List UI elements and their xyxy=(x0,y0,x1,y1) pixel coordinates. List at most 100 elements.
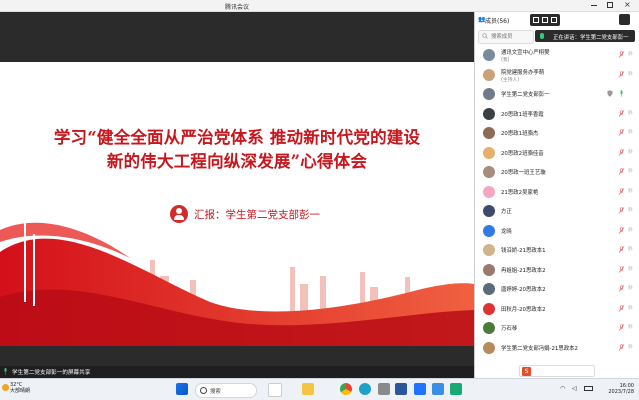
participants-title: 成员(56) xyxy=(485,18,510,25)
avatar xyxy=(483,302,495,315)
mute-action[interactable]: 静 xyxy=(628,285,633,291)
mute-action[interactable]: 静 xyxy=(628,324,633,330)
participant-row[interactable]: 院党建服务办李萌 (主持人) 静 xyxy=(475,66,639,84)
volume-icon[interactable]: ◁ xyxy=(572,385,577,392)
mic-muted-icon[interactable] xyxy=(618,226,625,234)
participant-row[interactable]: 方正 静 xyxy=(475,202,639,220)
mic-muted-icon[interactable] xyxy=(618,187,625,195)
mute-action[interactable]: 静 xyxy=(628,51,633,57)
participant-name: 学生第二党支部彭一 xyxy=(501,92,550,98)
view-toolbar[interactable] xyxy=(530,14,560,26)
mute-action[interactable]: 静 xyxy=(628,227,633,233)
participant-row[interactable]: 钱沿娇-21思政本1 静 xyxy=(475,241,639,259)
app-icon[interactable] xyxy=(450,383,462,395)
mic-muted-icon[interactable] xyxy=(618,109,625,117)
mic-muted-icon[interactable] xyxy=(618,70,625,78)
mic-muted-icon[interactable] xyxy=(618,148,625,156)
participant-name: 田秋月-20思政本2 xyxy=(501,306,546,313)
avatar xyxy=(483,224,495,237)
mic-muted-icon[interactable] xyxy=(618,285,625,292)
mic-icon xyxy=(4,368,7,375)
file-explorer-icon[interactable] xyxy=(302,383,314,395)
maximize-icon[interactable] xyxy=(607,2,613,8)
participants-panel: 👥 成员(56) 正在讲话：学生第二党支部彭一 通讯文宣中心严栩樊(我)静院党建… xyxy=(474,12,639,378)
participant-row[interactable]: 20思政1班李香霞 静 xyxy=(475,105,639,123)
title-bar: 腾讯会议 × xyxy=(0,0,639,12)
mic-muted-icon[interactable] xyxy=(618,304,625,312)
mic-muted-icon[interactable] xyxy=(618,51,625,58)
minimize-icon[interactable] xyxy=(591,5,597,6)
participant-row[interactable]: 21思政2吴家艳 静 xyxy=(475,183,639,201)
mute-action[interactable]: 静 xyxy=(628,168,633,174)
menu-icon[interactable] xyxy=(619,14,630,25)
word-icon[interactable] xyxy=(395,383,407,395)
mute-action[interactable]: 静 xyxy=(628,266,633,272)
mute-action[interactable]: 静 xyxy=(628,110,633,116)
mute-action[interactable]: 静 xyxy=(628,246,633,252)
task-view-icon[interactable] xyxy=(268,383,282,397)
edge-icon[interactable] xyxy=(359,383,371,395)
participant-name: 通讯文宣中心严栩樊 xyxy=(501,50,550,56)
weather-sun-icon xyxy=(2,384,9,391)
participant-row[interactable]: 冉姐姐-21思政本2 静 xyxy=(475,261,639,279)
grid-icon[interactable] xyxy=(542,17,548,23)
avatar xyxy=(483,166,495,178)
mute-action[interactable]: 静 xyxy=(628,71,633,77)
avatar xyxy=(483,205,495,217)
mute-action[interactable]: 静 xyxy=(628,129,633,135)
participant-row[interactable]: 学生第二党支部冯娟-21思政本2 静 xyxy=(475,339,639,357)
windows-start-icon[interactable] xyxy=(176,383,188,395)
participant-row[interactable]: 20思政2班骆佳音 静 xyxy=(475,144,639,162)
participant-row[interactable]: 20思政1班骆杰 静 xyxy=(475,124,639,142)
wifi-icon[interactable]: ◠ xyxy=(560,385,565,392)
mic-muted-icon[interactable] xyxy=(618,168,625,175)
participant-row[interactable]: 通讯文宣中心严栩樊 (我) 静 xyxy=(475,46,639,64)
close-icon[interactable]: × xyxy=(624,0,631,9)
participant-row[interactable]: 田秋月-20思政本2 静 xyxy=(475,300,639,318)
chrome-icon[interactable] xyxy=(340,383,352,395)
mic-muted-icon[interactable] xyxy=(618,324,625,331)
mute-action[interactable]: 静 xyxy=(628,344,633,350)
speaker-view-icon[interactable] xyxy=(551,17,557,23)
settings-icon[interactable] xyxy=(378,383,390,395)
photos-icon[interactable] xyxy=(432,383,444,395)
mic-active-icon[interactable] xyxy=(618,90,625,97)
member-search[interactable] xyxy=(478,30,534,44)
avatar xyxy=(483,88,495,100)
avatar xyxy=(483,244,495,256)
screen-share-bar[interactable]: 学生第二党支部彭一的屏幕共享 xyxy=(0,366,474,378)
participant-name: 冉姐姐-21思政本2 xyxy=(501,267,546,274)
participant-name: 龙晓 xyxy=(501,228,512,235)
avatar xyxy=(483,322,495,334)
taskbar-search[interactable]: 搜索 xyxy=(195,383,257,398)
mute-action[interactable]: 静 xyxy=(628,305,633,311)
weather-widget[interactable]: 32°C 大部晴朗 xyxy=(2,382,30,394)
avatar xyxy=(483,185,495,198)
mic-muted-icon[interactable] xyxy=(618,207,625,214)
participant-name: 20思政2班骆佳音 xyxy=(501,150,544,157)
participant-row[interactable]: 学生第二党支部彭一 xyxy=(475,85,639,103)
speaking-indicator: 正在讲话：学生第二党支部彭一 xyxy=(535,30,635,42)
battery-icon[interactable] xyxy=(584,386,593,391)
mic-muted-icon[interactable] xyxy=(618,265,625,273)
participant-name: 万石琴 xyxy=(501,326,518,332)
ime-logo-icon[interactable]: S xyxy=(522,367,531,376)
search-input[interactable] xyxy=(491,32,531,41)
participants-header: 👥 成员(56) xyxy=(475,12,639,28)
mic-muted-icon[interactable] xyxy=(618,343,625,351)
taskbar-search-icon xyxy=(200,387,207,394)
participant-row[interactable]: 龙晓 静 xyxy=(475,222,639,240)
mute-action[interactable]: 静 xyxy=(628,188,633,194)
participant-row[interactable]: 20思政一班王艺璇 静 xyxy=(475,163,639,181)
clock[interactable]: 16:00 2023/7/28 xyxy=(604,383,634,395)
participant-row[interactable]: 万石琴 静 xyxy=(475,319,639,337)
layout-icon[interactable] xyxy=(533,17,539,23)
mute-action[interactable]: 静 xyxy=(628,207,633,213)
screen-share-label: 学生第二党支部彭一的屏幕共享 xyxy=(12,370,91,376)
ime-toolbar[interactable]: S xyxy=(519,365,595,377)
participant-row[interactable]: 唐婷婷-20思政本2 静 xyxy=(475,280,639,298)
mic-muted-icon[interactable] xyxy=(618,129,625,136)
mic-muted-icon[interactable] xyxy=(618,246,625,253)
mute-action[interactable]: 静 xyxy=(628,149,633,155)
tencent-meeting-icon[interactable] xyxy=(414,383,426,395)
